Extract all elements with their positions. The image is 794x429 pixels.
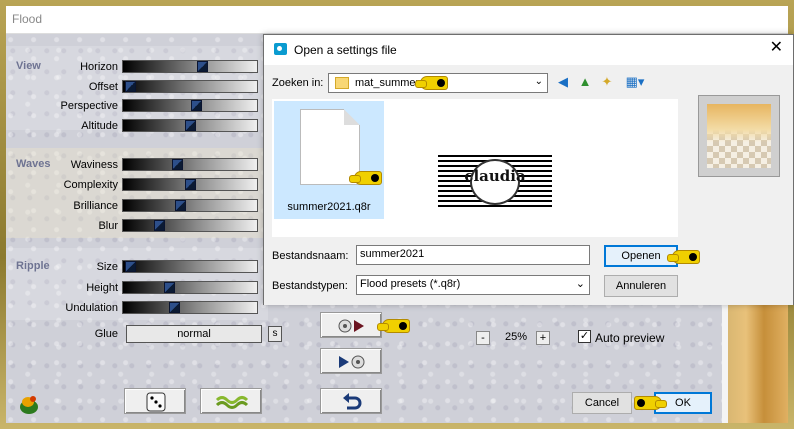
filetype-label: Bestandstypen: [272, 280, 348, 292]
document-icon [300, 109, 360, 185]
folder-icon [335, 77, 349, 89]
auto-preview-label: Auto preview [595, 331, 665, 345]
filetype-select[interactable]: Flood presets (*.q8r) ⌄ [356, 275, 590, 295]
param-label-brilliance: Brilliance [73, 200, 118, 212]
camera-icon [274, 43, 287, 55]
glue-s-button[interactable]: s [268, 326, 282, 342]
slider-thumb[interactable] [154, 220, 165, 231]
pointer-hand-icon [634, 396, 662, 410]
auto-preview-checkbox[interactable]: ✓ [578, 330, 591, 343]
slider-thumb[interactable] [125, 261, 136, 272]
logo-text: claudia [464, 167, 526, 185]
random-button[interactable] [124, 388, 186, 414]
plugin-logo-icon [20, 396, 38, 414]
slider-blur[interactable] [122, 219, 258, 232]
open-settings-dialog: Open a settings file ✕ Zoeken in: mat_su… [263, 34, 794, 305]
file-list: summer2021.q8r claudia [272, 99, 678, 237]
slider-height[interactable] [122, 281, 258, 294]
view-menu-icon[interactable]: ▦▾ [622, 74, 648, 90]
wave-preset-button[interactable] [200, 388, 262, 414]
slider-thumb[interactable] [197, 61, 208, 72]
wave-icon [215, 396, 249, 409]
slider-undulation[interactable] [122, 301, 258, 314]
glue-label: Glue [94, 328, 118, 340]
slider-thumb[interactable] [172, 159, 183, 170]
slider-altitude[interactable] [122, 119, 258, 132]
param-label-horizon: Horizon [80, 61, 118, 73]
param-label-undulation: Undulation [65, 302, 118, 314]
slider-thumb[interactable] [185, 179, 196, 190]
dice-icon [146, 392, 166, 412]
slider-complexity[interactable] [122, 178, 258, 191]
look-in-value: mat_summer [355, 77, 420, 89]
file-item[interactable]: summer2021.q8r [274, 101, 384, 219]
save-preset-button[interactable] [320, 348, 382, 374]
slider-brilliance[interactable] [122, 199, 258, 212]
zoom-value: 25% [505, 331, 528, 343]
param-label-blur: Blur [98, 220, 118, 232]
flood-titlebar: Flood [6, 6, 788, 34]
dialog-cancel-button[interactable]: Annuleren [604, 275, 678, 297]
filename-input[interactable]: summer2021 [356, 245, 590, 265]
preview-thumbnail [707, 104, 771, 168]
glue-select[interactable]: normal [126, 325, 262, 343]
slider-thumb[interactable] [185, 120, 196, 131]
slider-thumb[interactable] [125, 81, 136, 92]
slider-perspective[interactable] [122, 99, 258, 112]
save-arrow-icon [339, 355, 365, 369]
undo-icon [343, 393, 362, 410]
slider-offset[interactable] [122, 80, 258, 93]
slider-waviness[interactable] [122, 158, 258, 171]
filetype-value: Flood presets (*.q8r) [360, 278, 461, 290]
flood-title: Flood [12, 12, 43, 26]
close-icon[interactable]: ✕ [770, 39, 783, 57]
pointer-hand-icon [667, 250, 700, 264]
load-arrow-icon [338, 319, 364, 333]
pointer-hand-icon [349, 171, 382, 185]
zoom-out-button[interactable]: - [476, 331, 490, 345]
slider-thumb[interactable] [175, 200, 186, 211]
cancel-button[interactable]: Cancel [572, 392, 632, 414]
look-in-label: Zoeken in: [272, 77, 324, 89]
dialog-title: Open a settings file [294, 43, 397, 57]
param-label-altitude: Altitude [81, 120, 118, 132]
slider-thumb[interactable] [169, 302, 180, 313]
file-preview [698, 95, 780, 177]
param-label-offset: Offset [88, 81, 118, 93]
dialog-body: Zoeken in: mat_summer ⌄ ◀ ▲ ✦ ▦▾ summer2… [264, 65, 793, 305]
claudia-watermark: claudia [438, 155, 552, 209]
file-name: summer2021.q8r [287, 201, 371, 213]
slider-size[interactable] [122, 260, 258, 273]
param-label-perspective: Perspective [60, 100, 118, 112]
slider-thumb[interactable] [191, 100, 202, 111]
param-label-height: Height [86, 282, 118, 294]
param-label-size: Size [96, 261, 118, 273]
back-icon[interactable]: ◀ [554, 74, 572, 90]
up-folder-icon[interactable]: ▲ [576, 74, 594, 90]
pointer-hand-icon [377, 319, 410, 333]
load-preset-button[interactable] [320, 312, 382, 338]
chevron-down-icon: ⌄ [575, 278, 585, 290]
undo-button[interactable] [320, 388, 382, 414]
zoom-in-button[interactable]: + [536, 331, 550, 345]
param-label-complexity: Complexity [63, 179, 118, 191]
chevron-down-icon: ⌄ [534, 76, 543, 87]
slider-thumb[interactable] [164, 282, 175, 293]
param-label-waviness: Waviness [70, 159, 118, 171]
pointer-hand-icon [415, 76, 448, 90]
slider-horizon[interactable] [122, 60, 258, 73]
new-folder-icon[interactable]: ✦ [598, 74, 616, 90]
filename-label: Bestandsnaam: [272, 250, 349, 262]
